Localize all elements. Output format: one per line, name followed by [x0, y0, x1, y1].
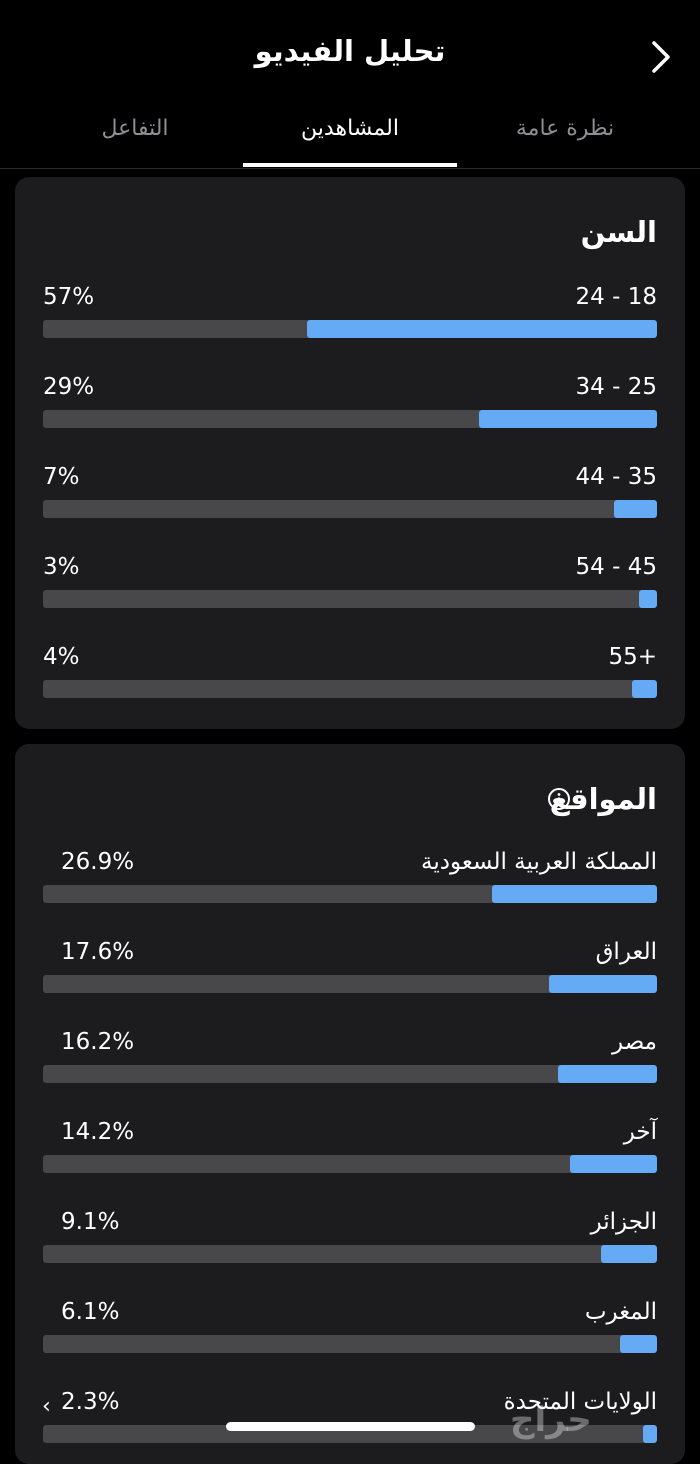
- age-row: 25 - 34 29%: [43, 374, 657, 434]
- page-title: تحليل الفيديو: [254, 34, 446, 68]
- country-label: المغرب: [584, 1299, 657, 1325]
- bar-fill: [632, 680, 657, 698]
- bar-fill: [614, 500, 657, 518]
- bar-fill: [307, 320, 657, 338]
- location-row: المغرب 6.1%: [43, 1299, 657, 1359]
- bar-fill: [478, 410, 657, 428]
- location-percent: 26.9%: [61, 849, 135, 875]
- age-percent: 29%: [43, 374, 95, 400]
- active-tab-indicator: [243, 163, 457, 167]
- location-percent: 2.3%: [61, 1389, 120, 1415]
- country-label: الجزائر: [590, 1209, 657, 1235]
- location-row: المملكة العربية السعودية 26.9%: [43, 849, 657, 909]
- age-range-label: 25 - 34: [575, 374, 657, 400]
- bar-fill: [619, 1335, 657, 1353]
- location-percent: 16.2%: [61, 1029, 135, 1055]
- bar-track: [43, 320, 657, 338]
- bar-fill: [491, 885, 657, 903]
- age-range-label: 35 - 44: [575, 464, 657, 490]
- age-percent: 7%: [43, 464, 80, 490]
- bar-track: [43, 1335, 657, 1353]
- bar-track: [43, 680, 657, 698]
- country-label: مصر: [612, 1029, 657, 1055]
- bar-track: [43, 975, 657, 993]
- age-percent: 4%: [43, 644, 80, 670]
- age-row: +55 4%: [43, 644, 657, 704]
- location-percent: 6.1%: [61, 1299, 120, 1325]
- age-percent: 3%: [43, 554, 80, 580]
- chevron-right-icon[interactable]: [650, 40, 672, 74]
- tab-bar: نظرة عامة المشاهدين التفاعل: [0, 112, 700, 169]
- bar-track: [43, 1065, 657, 1083]
- info-icon[interactable]: [547, 787, 571, 811]
- bar-track: [43, 590, 657, 608]
- bar-track: [43, 885, 657, 903]
- bar-track: [43, 500, 657, 518]
- age-row: 35 - 44 7%: [43, 464, 657, 524]
- age-card: السن 18 - 24 57% 25 - 34 29% 35 - 44 7% …: [15, 177, 685, 729]
- header: تحليل الفيديو: [0, 0, 700, 112]
- location-percent: 14.2%: [61, 1119, 135, 1145]
- age-range-label: +55: [608, 644, 657, 670]
- age-row: 45 - 54 3%: [43, 554, 657, 614]
- age-title: السن: [580, 215, 657, 249]
- chevron-left-icon: ‹: [42, 1394, 51, 1419]
- tab-overview[interactable]: نظرة عامة: [470, 116, 660, 156]
- location-row: الجزائر 9.1%: [43, 1209, 657, 1269]
- bar-fill: [557, 1065, 657, 1083]
- home-indicator[interactable]: [226, 1422, 475, 1431]
- tab-viewers[interactable]: المشاهدين: [243, 116, 457, 156]
- bar-track: [43, 410, 657, 428]
- bar-fill: [642, 1425, 657, 1443]
- location-row: العراق 17.6%: [43, 939, 657, 999]
- country-label: العراق: [595, 939, 657, 965]
- locations-card: المواقع المملكة العربية السعودية 26.9% ا…: [15, 744, 685, 1464]
- age-percent: 57%: [43, 284, 95, 310]
- location-row: آخر 14.2%: [43, 1119, 657, 1179]
- location-percent: 9.1%: [61, 1209, 120, 1235]
- age-range-label: 18 - 24: [575, 284, 657, 310]
- location-row: مصر 16.2%: [43, 1029, 657, 1089]
- bar-fill: [638, 590, 657, 608]
- bar-track: [43, 1155, 657, 1173]
- bar-fill: [569, 1155, 657, 1173]
- country-label: آخر: [623, 1119, 657, 1145]
- tab-engagement[interactable]: التفاعل: [40, 116, 230, 156]
- bar-track: [43, 1245, 657, 1263]
- location-percent: 17.6%: [61, 939, 135, 965]
- bar-fill: [601, 1245, 657, 1263]
- age-row: 18 - 24 57%: [43, 284, 657, 344]
- bar-fill: [548, 975, 657, 993]
- country-label: المملكة العربية السعودية: [421, 849, 657, 875]
- watermark-logo: حراج: [510, 1400, 592, 1440]
- age-range-label: 45 - 54: [575, 554, 657, 580]
